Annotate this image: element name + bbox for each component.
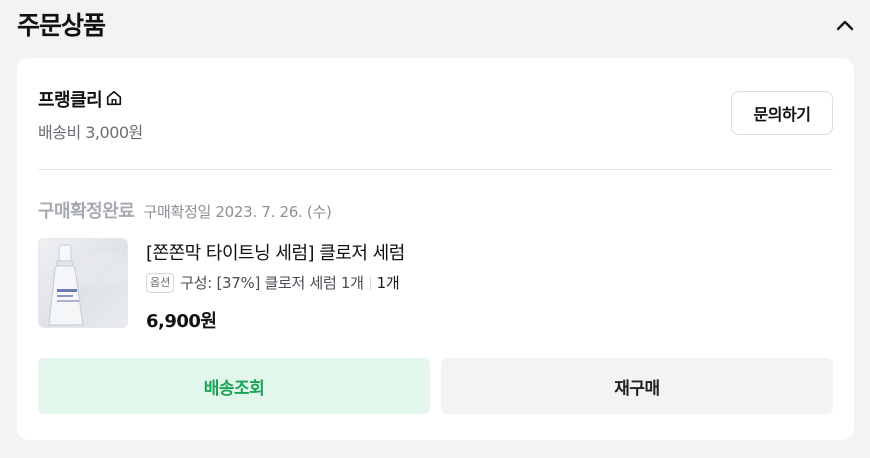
divider xyxy=(38,169,833,170)
confirm-date: 구매확정일 2023. 7. 26. (수) xyxy=(143,203,332,221)
product-name[interactable]: [쫀쫀막 타이트닝 세럼] 클로저 세럼 xyxy=(146,239,405,265)
inquiry-button[interactable]: 문의하기 xyxy=(731,91,833,135)
shipping-fee: 배송비 3,000원 xyxy=(38,123,143,142)
track-shipment-button[interactable]: 배송조회 xyxy=(38,358,430,414)
home-icon xyxy=(107,90,122,106)
order-status: 구매확정완료 xyxy=(38,201,135,222)
order-status-row: 구매확정완료 구매확정일 2023. 7. 26. (수) xyxy=(38,197,332,223)
product-option-row: 옵션 구성: [37%] 클로저 세럼 1개 1개 xyxy=(146,272,400,293)
seller-name: 프랭클리 xyxy=(38,90,103,111)
order-card: 프랭클리 배송비 3,000원 문의하기 구매확정완료 구매확정일 2023. … xyxy=(17,58,854,440)
option-text: 구성: [37%] 클로저 세럼 1개 xyxy=(180,274,364,292)
chevron-up-icon[interactable] xyxy=(833,14,857,38)
seller-link[interactable]: 프랭클리 xyxy=(38,86,123,112)
order-items-header[interactable]: 주문상품 xyxy=(0,0,870,52)
reorder-button[interactable]: 재구매 xyxy=(441,358,833,414)
option-quantity: 1개 xyxy=(376,274,400,292)
serum-bottle-image xyxy=(48,244,127,326)
product-thumbnail[interactable] xyxy=(38,238,128,328)
section-title: 주문상품 xyxy=(17,11,106,40)
option-badge: 옵션 xyxy=(146,272,175,293)
option-separator xyxy=(369,275,371,290)
product-price: 6,900원 xyxy=(146,311,217,332)
